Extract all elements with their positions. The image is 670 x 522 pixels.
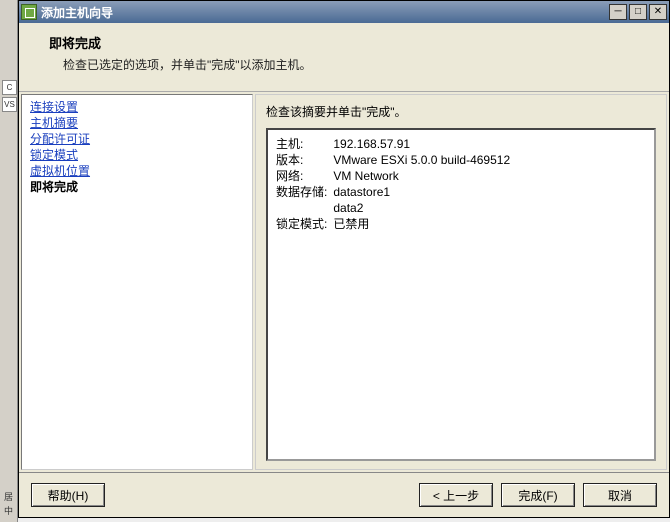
app-icon [21, 4, 37, 20]
nav-step-connection[interactable]: 连接设置 [30, 99, 244, 115]
value-datastore1: datastore1 [333, 184, 516, 200]
value-version: VMware ESXi 5.0.0 build-469512 [333, 152, 516, 168]
table-row: 数据存储: datastore1 [276, 184, 516, 200]
back-button[interactable]: < 上一步 [419, 483, 493, 507]
wizard-nav: 连接设置 主机摘要 分配许可证 锁定模式 虚拟机位置 即将完成 [21, 94, 253, 470]
table-row: 锁定模式: 已禁用 [276, 216, 516, 232]
nav-step-license[interactable]: 分配许可证 [30, 131, 244, 147]
table-row: 主机: 192.168.57.91 [276, 136, 516, 152]
nav-step-lockdown[interactable]: 锁定模式 [30, 147, 244, 163]
wizard-header: 即将完成 检查已选定的选项，并单击"完成"以添加主机。 [19, 23, 669, 92]
wizard-footer: 帮助(H) < 上一步 完成(F) 取消 [19, 472, 669, 517]
label-host: 主机: [276, 136, 333, 152]
left-strip-bottom: 居 中 [0, 490, 17, 518]
nav-step-vmlocation[interactable]: 虚拟机位置 [30, 163, 244, 179]
label-network: 网络: [276, 168, 333, 184]
titlebar: 添加主机向导 ─ □ ✕ [19, 1, 669, 23]
left-strip-item: C [2, 80, 17, 95]
table-row: 网络: VM Network [276, 168, 516, 184]
close-button[interactable]: ✕ [649, 4, 667, 20]
wizard-content: 检查该摘要并单击"完成"。 主机: 192.168.57.91 版本: VMwa… [255, 94, 667, 470]
value-host: 192.168.57.91 [333, 136, 516, 152]
summary-table: 主机: 192.168.57.91 版本: VMware ESXi 5.0.0 … [276, 136, 516, 232]
table-row: 版本: VMware ESXi 5.0.0 build-469512 [276, 152, 516, 168]
wizard-window: 添加主机向导 ─ □ ✕ 即将完成 检查已选定的选项，并单击"完成"以添加主机。… [18, 0, 670, 518]
help-button[interactable]: 帮助(H) [31, 483, 105, 507]
nav-step-summary[interactable]: 主机摘要 [30, 115, 244, 131]
maximize-button[interactable]: □ [629, 4, 647, 20]
summary-box: 主机: 192.168.57.91 版本: VMware ESXi 5.0.0 … [266, 128, 656, 461]
table-row: data2 [276, 200, 516, 216]
value-network: VM Network [333, 168, 516, 184]
label-datastore: 数据存储: [276, 184, 333, 200]
content-instruction: 检查该摘要并单击"完成"。 [266, 103, 656, 120]
finish-button[interactable]: 完成(F) [501, 483, 575, 507]
page-title: 即将完成 [49, 33, 655, 52]
label-version: 版本: [276, 152, 333, 168]
window-title: 添加主机向导 [41, 4, 607, 21]
left-strip-item: VS [2, 97, 17, 112]
value-datastore2: data2 [333, 200, 516, 216]
value-lockdown: 已禁用 [333, 216, 516, 232]
cancel-button[interactable]: 取消 [583, 483, 657, 507]
page-description: 检查已选定的选项，并单击"完成"以添加主机。 [49, 56, 655, 73]
wizard-body: 连接设置 主机摘要 分配许可证 锁定模式 虚拟机位置 即将完成 检查该摘要并单击… [19, 92, 669, 472]
app-left-strip: C VS 居 中 [0, 0, 18, 522]
label-lockdown: 锁定模式: [276, 216, 333, 232]
nav-step-ready: 即将完成 [30, 179, 244, 195]
minimize-button[interactable]: ─ [609, 4, 627, 20]
